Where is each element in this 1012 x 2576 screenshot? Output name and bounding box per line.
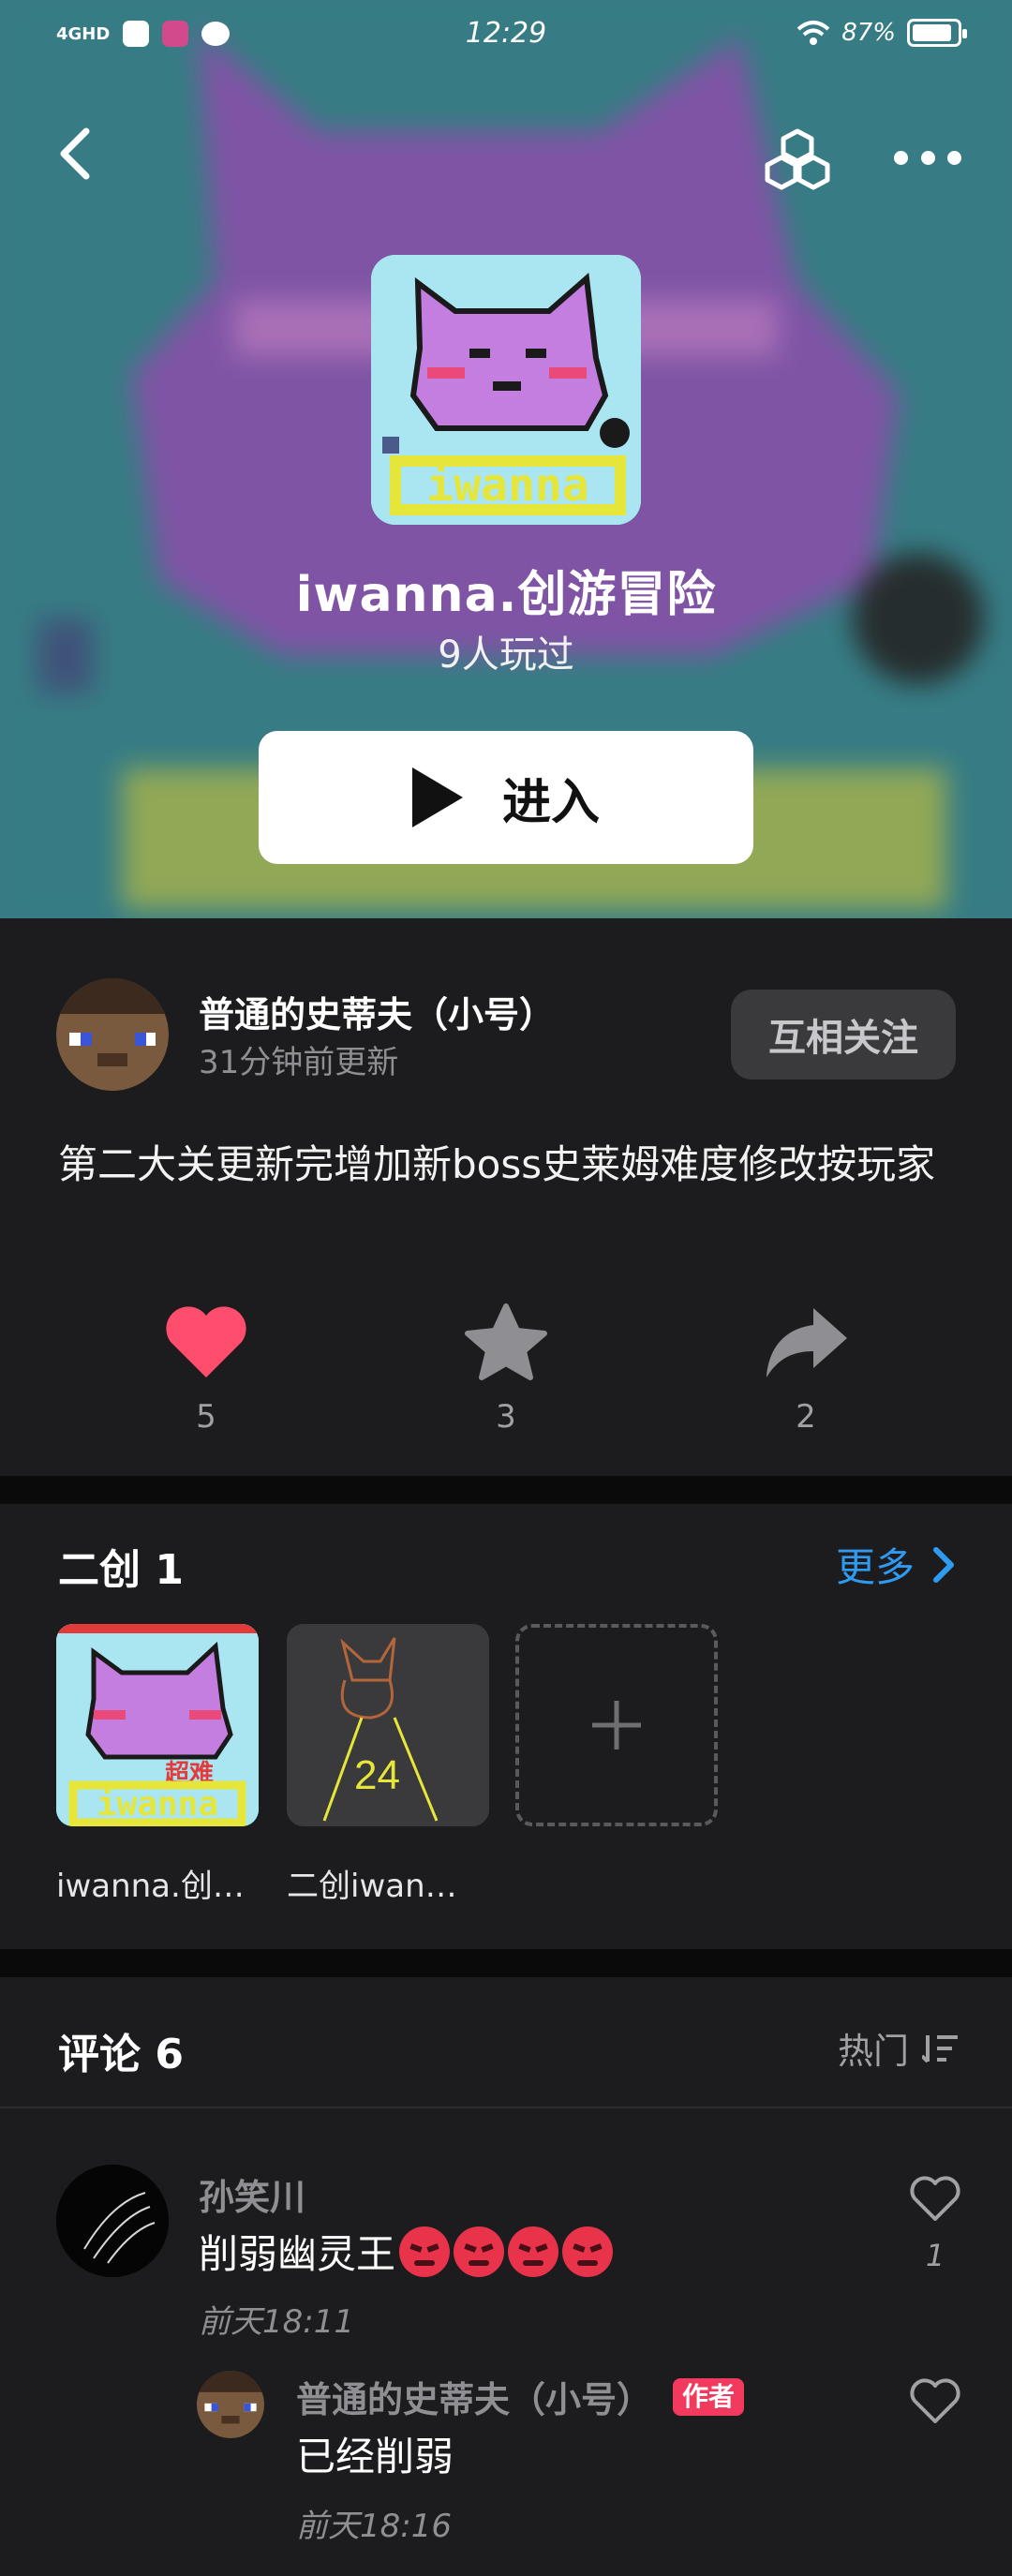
game-title: iwanna.创游冒险 xyxy=(295,567,717,623)
comment-like-button[interactable]: 1 xyxy=(907,2176,963,2273)
angry-emoji-icon xyxy=(508,2226,559,2277)
heart-outline-icon xyxy=(910,2378,960,2423)
derivative-thumbnail[interactable]: 超难 iwanna xyxy=(56,1624,259,1826)
play-icon xyxy=(411,767,463,827)
like-action[interactable]: 5 xyxy=(155,1303,258,1436)
cubes-icon[interactable] xyxy=(765,126,830,191)
favorite-count: 3 xyxy=(496,1398,516,1436)
commenter-name[interactable]: 孙笑川 xyxy=(199,2168,305,2220)
add-derivative-button[interactable] xyxy=(515,1624,718,1826)
replier-name[interactable]: 普通的史蒂夫（小号） 作者 xyxy=(296,2371,745,2422)
chevron-right-icon xyxy=(933,1546,954,1583)
game-icon-text: iwanna xyxy=(426,459,588,512)
sort-icon xyxy=(922,2034,958,2062)
enter-button[interactable]: 进入 xyxy=(259,731,753,864)
replier-name-text: 普通的史蒂夫（小号） xyxy=(296,2379,653,2420)
enter-label: 进入 xyxy=(501,774,600,831)
favorite-action[interactable]: 3 xyxy=(454,1303,558,1436)
replier-avatar[interactable] xyxy=(197,2371,264,2438)
reply-like-button[interactable] xyxy=(907,2378,963,2429)
share-icon xyxy=(766,1308,847,1377)
section-divider xyxy=(0,1476,1012,1504)
game-icon: iwanna xyxy=(371,255,641,525)
more-label: 更多 xyxy=(835,1544,915,1590)
angry-emoji-icon xyxy=(399,2226,451,2277)
share-action[interactable]: 2 xyxy=(754,1303,857,1436)
follow-button[interactable]: 互相关注 xyxy=(731,990,956,1080)
reply-text: 已经削弱 xyxy=(296,2434,454,2479)
comments-divider xyxy=(0,2107,1012,2108)
derivative-label[interactable]: 二创iwan… xyxy=(287,1860,502,1906)
comment-text: 削弱幽灵王 xyxy=(199,2223,614,2280)
battery-percent: 87% xyxy=(841,19,896,47)
derivative-label[interactable]: iwanna.创… xyxy=(56,1860,272,1906)
commenter-avatar[interactable] xyxy=(56,2165,169,2277)
comments-section: 评论 6 热门 孙笑川 削弱幽灵王 前天18:11 1 普通的史蒂夫（小号） 作… xyxy=(0,1977,1012,2576)
star-icon xyxy=(465,1303,547,1380)
author-badge: 作者 xyxy=(673,2377,745,2416)
reply-time: 前天18:16 xyxy=(296,2508,452,2545)
wifi-icon xyxy=(796,21,830,45)
derivative-icon-text: iwanna xyxy=(97,1785,218,1824)
play-count: 9人玩过 xyxy=(438,633,574,677)
avatar[interactable] xyxy=(56,978,169,1091)
comments-title: 评论 6 xyxy=(58,2031,184,2078)
author-name[interactable]: 普通的史蒂夫（小号） xyxy=(199,986,555,1037)
angry-emoji-icon xyxy=(562,2226,614,2277)
more-link[interactable]: 更多 xyxy=(836,1536,956,1593)
derivative-number: 24 xyxy=(354,1752,400,1798)
derivatives-title: 二创 1 xyxy=(58,1546,184,1594)
section-divider xyxy=(0,1949,1012,1977)
comment-like-count: 1 xyxy=(925,2238,945,2273)
sort-label: 热门 xyxy=(837,2031,909,2072)
comment-time: 前天18:11 xyxy=(199,2303,354,2341)
angry-emoji-icon xyxy=(454,2226,505,2277)
plus-icon xyxy=(592,1701,641,1750)
sort-button[interactable]: 热门 xyxy=(838,2022,960,2074)
share-count: 2 xyxy=(796,1398,816,1436)
derivative-thumbnail[interactable]: 24 xyxy=(287,1624,489,1826)
status-bar: 4GHD 12:29 87% xyxy=(0,0,1012,75)
derivatives-section: 二创 1 更多 超难 iwanna 24 iwanna.创… 二创iwan… xyxy=(0,1504,1012,1949)
author-card: 普通的史蒂夫（小号） 31分钟前更新 互相关注 第二大关更新完增加新boss史莱… xyxy=(0,918,1012,1476)
comment-body: 削弱幽灵王 xyxy=(199,2231,396,2277)
heart-outline-icon xyxy=(910,2176,960,2221)
like-count: 5 xyxy=(196,1398,216,1436)
more-options-icon[interactable] xyxy=(894,141,961,174)
back-icon[interactable] xyxy=(52,124,97,184)
heart-icon xyxy=(166,1306,246,1377)
update-time: 31分钟前更新 xyxy=(199,1044,399,1081)
battery-icon xyxy=(907,19,967,47)
game-description: 第二大关更新完增加新boss史莱姆难度修改按玩家 xyxy=(58,1141,936,1187)
